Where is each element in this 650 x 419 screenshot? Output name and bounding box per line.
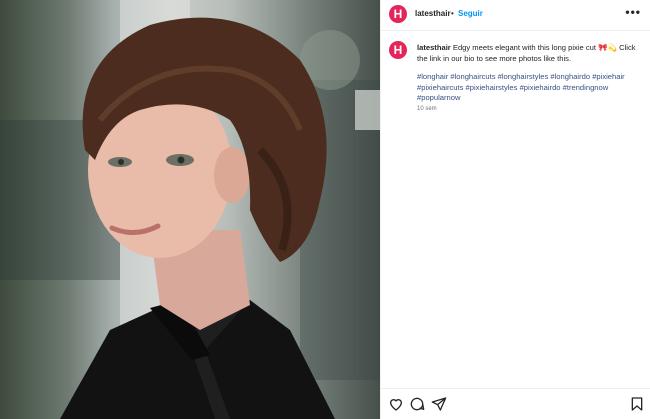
caption-avatar[interactable]: H: [389, 41, 407, 59]
post-side-panel: H latesthair • Seguir ••• H latesthair E…: [380, 0, 650, 419]
follow-button[interactable]: Seguir: [458, 9, 483, 18]
post-timestamp: 10 sem: [417, 106, 437, 112]
bookmark-icon[interactable]: [629, 396, 645, 412]
share-icon[interactable]: [431, 396, 447, 412]
hashtags[interactable]: #longhair #longhaircuts #longhairstyles …: [417, 72, 641, 104]
post-caption: latesthair Edgy meets elegant with this …: [417, 43, 641, 64]
avatar[interactable]: H: [389, 5, 407, 23]
post-photo-illustration: [0, 0, 380, 419]
username-link[interactable]: latesthair: [415, 9, 451, 18]
separator-dot: •: [451, 9, 454, 18]
heart-icon[interactable]: [388, 396, 404, 412]
post-image[interactable]: [0, 0, 380, 419]
comment-icon[interactable]: [409, 396, 425, 412]
more-dots-icon[interactable]: •••: [625, 5, 641, 19]
caption-username[interactable]: latesthair: [417, 43, 451, 52]
post-header: H latesthair • Seguir •••: [381, 0, 650, 31]
post-actions-bar: [381, 388, 650, 419]
